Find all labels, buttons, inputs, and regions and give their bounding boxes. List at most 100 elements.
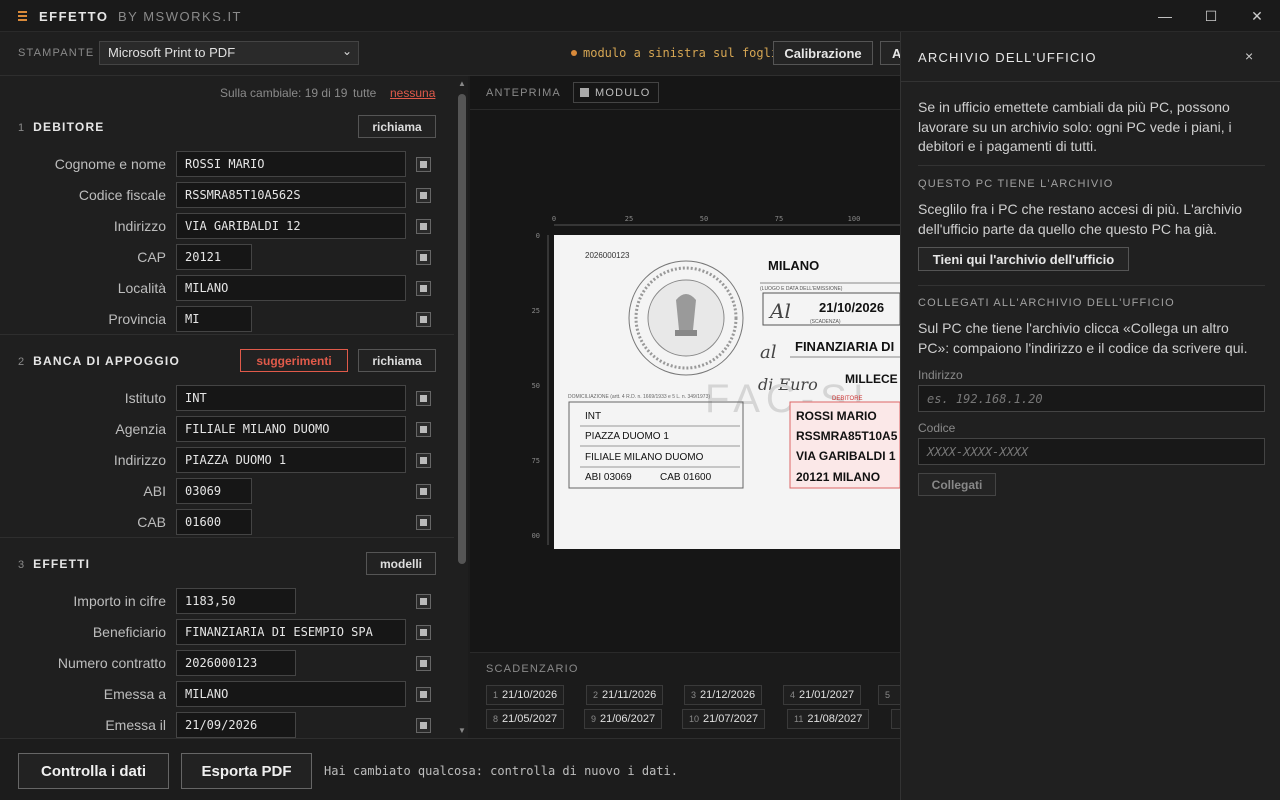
printer-select[interactable]: Microsoft Print to PDF ⌄: [99, 41, 359, 65]
emessa-a-input[interactable]: MILANO: [176, 681, 406, 707]
esporta-pdf-button[interactable]: Esporta PDF: [181, 753, 312, 789]
collega-heading: COLLEGATI ALL'ARCHIVIO DELL'UFFICIO: [918, 297, 1175, 309]
doc-debitore-caption: DEBITORE: [832, 396, 863, 402]
cab-label: CAB: [137, 514, 166, 530]
tieni-archivio-button[interactable]: Tieni qui l'archivio dell'ufficio: [918, 247, 1129, 271]
suggerimenti-button[interactable]: suggerimenti: [240, 349, 348, 372]
localita-input[interactable]: MILANO: [176, 275, 406, 301]
codice-field-label: Codice: [918, 421, 956, 435]
printer-label: STAMPANTE: [18, 47, 95, 59]
localita-checkbox[interactable]: [416, 281, 431, 296]
form-scrollbar[interactable]: ▲ ▼: [456, 76, 468, 738]
title-bar: EFFETTO BY MSWORKS.IT — ☐ ✕: [0, 0, 1280, 32]
close-icon[interactable]: ×: [1245, 48, 1253, 64]
provincia-input[interactable]: MI: [176, 306, 252, 332]
cap-checkbox[interactable]: [416, 250, 431, 265]
doc-scadenza: 21/10/2026: [819, 300, 884, 315]
doc-abi: ABI 03069: [585, 472, 632, 483]
status-message: Hai cambiato qualcosa: controlla di nuov…: [324, 764, 679, 778]
minimize-button[interactable]: —: [1142, 0, 1188, 32]
emessa-il-input[interactable]: 21/09/2026: [176, 712, 296, 738]
scadenza-chip[interactable]: 8 21/05/2027: [486, 709, 565, 729]
cognome-input[interactable]: ROSSI MARIO: [176, 151, 406, 177]
doc-luogo: MILANO: [768, 258, 819, 273]
beneficiario-input[interactable]: FINANZIARIA DI ESEMPIO SPA: [176, 619, 406, 645]
position-hint: modulo a sinistra sul foglio: [571, 46, 785, 60]
emessa-a-checkbox[interactable]: [416, 687, 431, 702]
cognome-checkbox[interactable]: [416, 157, 431, 172]
numero-contratto-checkbox[interactable]: [416, 656, 431, 671]
section-effetti-heading: 3 EFFETTI: [18, 557, 91, 571]
indirizzo-field[interactable]: es. 192.168.1.20: [918, 385, 1265, 412]
provincia-checkbox[interactable]: [416, 312, 431, 327]
modelli-button[interactable]: modelli: [366, 552, 436, 575]
doc-banca-line: PIAZZA DUOMO 1: [585, 431, 669, 442]
beneficiario-checkbox[interactable]: [416, 625, 431, 640]
importo-checkbox[interactable]: [416, 594, 431, 609]
cab-checkbox[interactable]: [416, 515, 431, 530]
select-none-link[interactable]: nessuna: [390, 86, 435, 100]
preview-canvas: 0 25 50 75 100 0 25 50 75 00 2026000123 …: [532, 215, 900, 549]
banca-indirizzo-input[interactable]: PIAZZA DUOMO 1: [176, 447, 406, 473]
cap-input[interactable]: 20121: [176, 244, 252, 270]
scroll-thumb[interactable]: [458, 94, 466, 564]
abi-checkbox[interactable]: [416, 484, 431, 499]
scadenza-chip[interactable]: 3 21/12/2026: [684, 685, 763, 705]
istituto-checkbox[interactable]: [416, 391, 431, 406]
scadenza-chip[interactable]: 11 21/08/2027: [787, 709, 870, 729]
close-window-button[interactable]: ✕: [1234, 0, 1280, 32]
form-panel: Sulla cambiale: 19 di 19 tutte nessuna 1…: [0, 76, 468, 738]
indirizzo-checkbox[interactable]: [416, 219, 431, 234]
ruler-top-tick: 75: [775, 215, 783, 223]
agenzia-input[interactable]: FILIALE MILANO DUOMO: [176, 416, 406, 442]
scadenza-chip[interactable]: 4 21/01/2027: [783, 685, 862, 705]
abi-label: ABI: [143, 483, 166, 499]
scroll-up-icon[interactable]: ▲: [458, 79, 466, 88]
debitore-richiama-button[interactable]: richiama: [358, 115, 436, 138]
doc-debitore-line: ROSSI MARIO: [796, 409, 877, 423]
numero-contratto-label: Numero contratto: [57, 655, 166, 671]
archivio-intro: Se in ufficio emettete cambiali da più P…: [918, 99, 1232, 154]
app-name: EFFETTO: [39, 9, 109, 24]
collegati-button[interactable]: Collegati: [918, 473, 996, 496]
select-all-link[interactable]: tutte: [353, 86, 376, 100]
chevron-down-icon: ⌄: [341, 44, 352, 58]
doc-banca-line: FILIALE MILANO DUOMO: [585, 452, 704, 463]
banca-richiama-button[interactable]: richiama: [358, 349, 436, 372]
numero-contratto-input[interactable]: 2026000123: [176, 650, 296, 676]
codice-fiscale-input[interactable]: RSSMRA85T10A562S: [176, 182, 406, 208]
importo-input[interactable]: 1183,50: [176, 588, 296, 614]
banca-indirizzo-checkbox[interactable]: [416, 453, 431, 468]
toolbar: STAMPANTE Microsoft Print to PDF ⌄ modul…: [0, 32, 910, 76]
collega-text: Sul PC che tiene l'archivio clicca «Coll…: [918, 320, 1248, 356]
indirizzo-input[interactable]: VIA GARIBALDI 12: [176, 213, 406, 239]
cab-input[interactable]: 01600: [176, 509, 252, 535]
scadenza-chip[interactable]: 9 21/06/2027: [584, 709, 663, 729]
section-divider: [0, 537, 454, 538]
controlla-dati-button[interactable]: Controlla i dati: [18, 753, 169, 789]
scadenzario: SCADENZARIO 1 21/10/2026 2 21/11/2026 3 21/…: [470, 652, 911, 738]
maximize-button[interactable]: ☐: [1188, 0, 1234, 32]
doc-debitore-line: RSSMRA85T10A5: [796, 429, 898, 443]
codice-field[interactable]: XXXX-XXXX-XXXX: [918, 438, 1265, 465]
codice-fiscale-checkbox[interactable]: [416, 188, 431, 203]
scadenza-chip[interactable]: 2 21/11/2026: [586, 685, 664, 705]
codice-fiscale-label: Codice fiscale: [78, 187, 166, 203]
abi-input[interactable]: 03069: [176, 478, 252, 504]
istituto-input[interactable]: INT: [176, 385, 406, 411]
doc-beneficiario-prefix: al: [760, 342, 777, 363]
menu-icon[interactable]: [18, 11, 27, 21]
divider: [918, 165, 1265, 166]
ruler-top-tick: 0: [552, 215, 556, 223]
modulo-toggle[interactable]: MODULO: [573, 82, 659, 103]
scadenza-chip[interactable]: 1 21/10/2026: [486, 685, 565, 705]
emessa-il-label: Emessa il: [105, 717, 166, 733]
emessa-a-label: Emessa a: [103, 686, 166, 702]
scroll-down-icon[interactable]: ▼: [458, 726, 466, 735]
scadenza-chip[interactable]: 10 21/07/2027: [682, 709, 766, 729]
agenzia-checkbox[interactable]: [416, 422, 431, 437]
bottom-bar: Controlla i dati Esporta PDF Hai cambiat…: [0, 738, 900, 800]
checkbox-icon: [580, 88, 589, 97]
calibrazione-button[interactable]: Calibrazione: [773, 41, 873, 65]
emessa-il-checkbox[interactable]: [416, 718, 431, 733]
